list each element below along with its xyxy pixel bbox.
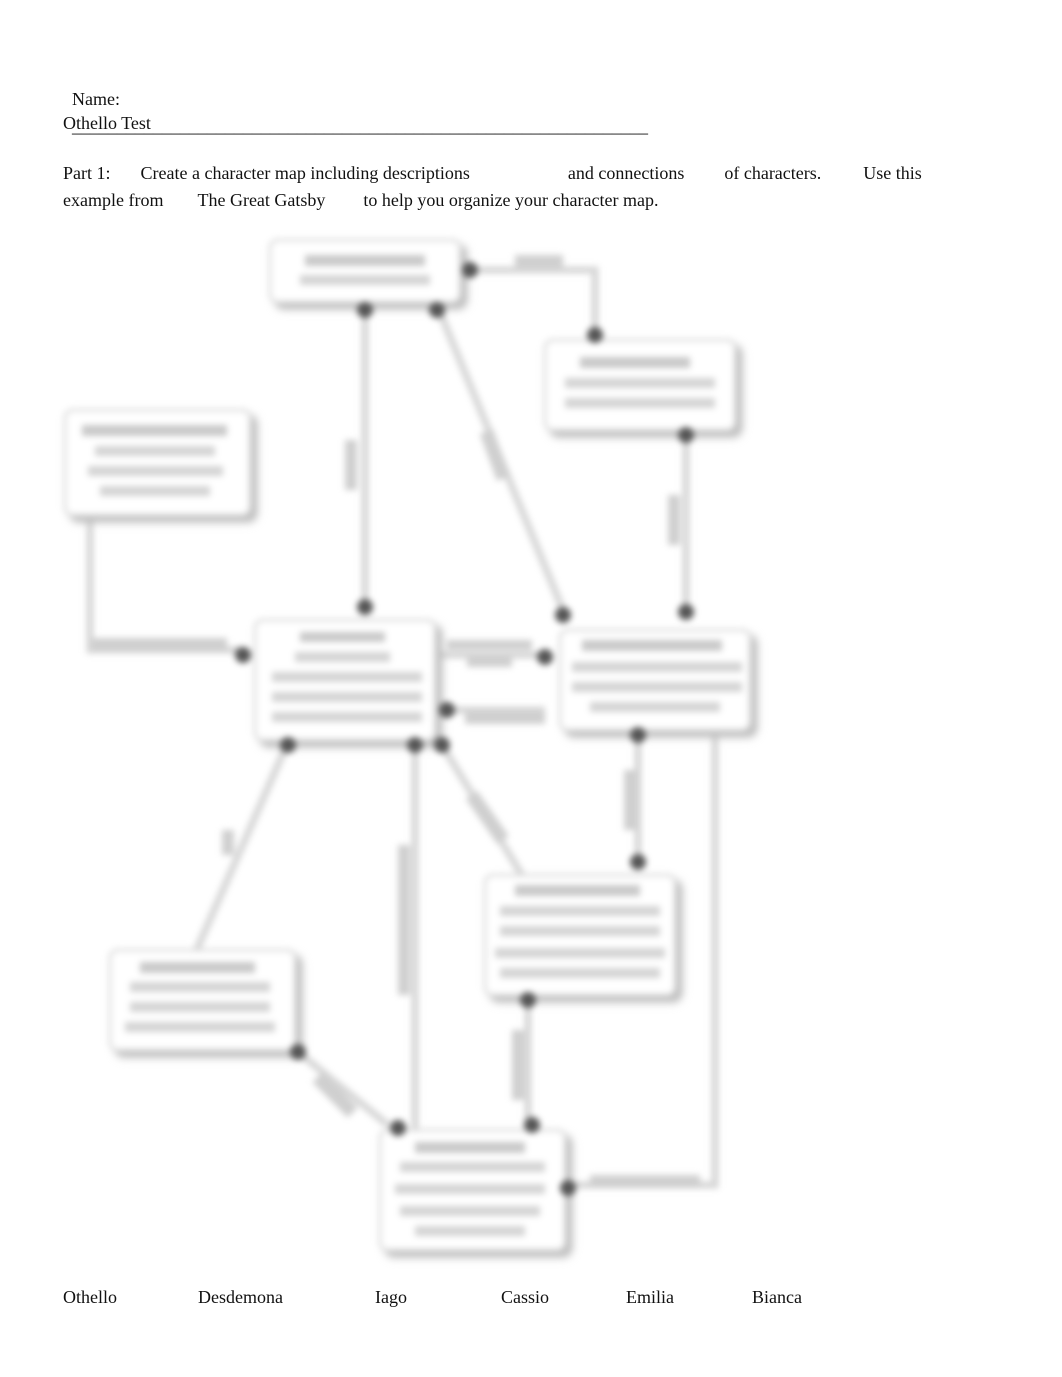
connector-dot [407, 737, 423, 753]
connector-dot [235, 647, 251, 663]
connector-dot [524, 1117, 540, 1133]
node [63, 408, 252, 517]
connector-dot [357, 599, 373, 615]
edge [186, 740, 292, 967]
connector-dot [555, 607, 571, 623]
connector-dot [537, 649, 553, 665]
character-name: Cassio [501, 1287, 550, 1307]
edge-label [590, 1175, 700, 1187]
node [378, 1128, 567, 1252]
edge-label [465, 790, 509, 844]
connector-dot [290, 1044, 306, 1060]
node [253, 618, 437, 742]
node [268, 238, 462, 304]
connector-dot [280, 737, 296, 753]
connector-dot [434, 737, 450, 753]
character-name: Othello [63, 1287, 117, 1307]
connector-dot [678, 604, 694, 620]
node [543, 338, 737, 432]
edge-label [479, 429, 511, 481]
edge-label [222, 830, 234, 855]
connector-dot [678, 427, 694, 443]
connector-dot [357, 302, 373, 318]
node [483, 873, 677, 997]
edge-label [515, 255, 563, 267]
connector-dot [439, 702, 455, 718]
connector-dot [462, 262, 478, 278]
node [108, 948, 297, 1052]
character-map-diagram [0, 0, 1062, 1377]
character-name: Iago [375, 1287, 407, 1307]
edge-label [398, 845, 410, 995]
edge-label [465, 712, 545, 724]
connector-dot [429, 302, 445, 318]
edge-label [447, 640, 532, 650]
character-name: Desdemona [198, 1287, 283, 1307]
connector-dot [587, 327, 603, 343]
edge [295, 1049, 391, 1128]
edge [465, 266, 599, 335]
connector-dot [630, 854, 646, 870]
node [558, 628, 752, 732]
edge-label [345, 440, 357, 490]
connector-dot [630, 727, 646, 743]
character-name: Bianca [752, 1287, 802, 1307]
edge-label [668, 495, 680, 545]
edge [86, 515, 240, 654]
connector-dot [560, 1180, 576, 1196]
connector-dot [390, 1120, 406, 1136]
edge-label [467, 657, 512, 667]
connector-dot [520, 992, 536, 1008]
edge-label [512, 1030, 524, 1100]
edge-label [624, 770, 636, 830]
character-name: Emilia [626, 1287, 674, 1307]
edge-label [92, 638, 227, 650]
